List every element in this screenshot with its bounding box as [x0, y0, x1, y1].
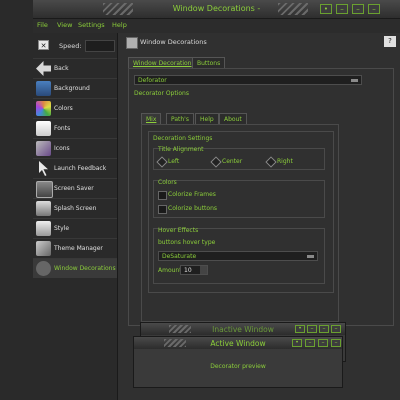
sidebar-item-label: Background [54, 85, 90, 92]
radio-center[interactable] [210, 156, 222, 168]
amount-value: 10 [184, 267, 192, 274]
hover-effects-label: Hover Effects [158, 227, 199, 234]
speed-row: ✕ Speed: [33, 35, 117, 55]
align-right-label: Right [277, 158, 293, 165]
sidebar-item-label: Launch Feedback [54, 165, 107, 172]
menu-file[interactable]: File [37, 21, 48, 29]
colors-group: Colors Colorize Frames Colorize buttons [153, 179, 325, 218]
chevron-down-icon [351, 79, 358, 82]
align-center-label: Center [222, 158, 243, 165]
decoration-settings-label: Decoration Settings [153, 135, 213, 142]
theme-manager-icon [36, 241, 51, 256]
sidebar-item-label: Window Decorations [54, 265, 116, 272]
preview-menu-button: • [295, 325, 305, 333]
title-bar[interactable]: Window Decorations - • – – – [33, 0, 400, 19]
icons-icon [36, 141, 51, 156]
mix-panel: Decoration Settings Title Alignment Left… [141, 124, 339, 322]
window-decorations-icon [36, 261, 51, 276]
radio-right[interactable] [265, 156, 277, 168]
hover-type-label: buttons hover type [158, 239, 216, 246]
window-decoration-panel: Deforator Decorator Options Mix Path's H… [128, 68, 394, 326]
menubar: File View Settings Help [33, 19, 400, 31]
active-window-preview: Active Window • – – – Decorator preview [133, 336, 343, 388]
style-icon [36, 221, 51, 236]
clear-icon[interactable]: ✕ [38, 40, 49, 50]
sidebar-item-colors[interactable]: Colors [33, 98, 117, 118]
sidebar-item-label: Splash Screen [54, 205, 97, 212]
menu-settings[interactable]: Settings [78, 21, 105, 29]
launch-feedback-icon [39, 161, 48, 176]
sidebar-item-fonts[interactable]: Fonts [33, 118, 117, 138]
sidebar-item-background[interactable]: Background [33, 78, 117, 98]
background-icon [36, 81, 51, 96]
preview-shade-button: – [307, 325, 317, 333]
hover-type-value: DeSaturate [162, 253, 197, 260]
sidebar-item-icons[interactable]: Icons [33, 138, 117, 158]
amount-label: Amount [158, 267, 182, 274]
menu-help[interactable]: Help [112, 21, 127, 29]
title-alignment-group: Title Alignment Left Center Right [153, 146, 325, 170]
active-title-bar: Active Window • – – – [134, 337, 342, 349]
colorize-buttons-label: Colorize buttons [168, 205, 217, 212]
colorize-frames-label: Colorize Frames [168, 191, 216, 198]
decoration-settings-group: Decoration Settings Title Alignment Left… [148, 131, 334, 293]
sidebar-item-style[interactable]: Style [33, 218, 117, 238]
decorator-options-label: Decorator Options [134, 90, 189, 97]
preview-minimize-button: – [318, 339, 328, 347]
speed-label: Speed: [59, 42, 82, 50]
colorize-frames-checkbox[interactable] [158, 191, 167, 200]
speed-input[interactable] [85, 40, 115, 52]
splash-screen-icon [36, 201, 51, 216]
colors-icon [36, 101, 51, 116]
align-left-label: Left [168, 158, 180, 165]
preview-shade-button: – [305, 339, 315, 347]
help-icon[interactable]: ? [384, 36, 396, 47]
sidebar-item-label: Icons [54, 145, 70, 152]
sidebar-item-label: Screen Saver [54, 185, 94, 192]
page-title: Window Decorations [140, 38, 207, 46]
main-content: Window Decorations ? Window Decoration B… [118, 33, 400, 400]
window-decorations-icon [126, 37, 138, 49]
sidebar-item-label: Colors [54, 105, 73, 112]
left-frame [0, 0, 33, 400]
close-button[interactable]: – [368, 4, 380, 14]
shade-button[interactable]: – [336, 4, 348, 14]
preview-close-button: – [331, 325, 341, 333]
decoration-select[interactable]: Deforator [134, 75, 362, 85]
chevron-down-icon [307, 255, 314, 258]
fonts-icon [36, 121, 51, 136]
hover-type-select[interactable]: DeSaturate [158, 251, 318, 261]
sidebar-item-theme-manager[interactable]: Theme Manager [33, 238, 117, 258]
minimize-button[interactable]: – [352, 4, 364, 14]
radio-left[interactable] [156, 156, 168, 168]
decoration-select-value: Deforator [138, 77, 167, 84]
inactive-title-bar: Inactive Window • – – – [141, 323, 345, 335]
sidebar-item-launch-feedback[interactable]: Launch Feedback [33, 158, 117, 178]
sidebar-item-back[interactable]: Back [33, 58, 117, 78]
colorize-buttons-checkbox[interactable] [158, 205, 167, 214]
menu-view[interactable]: View [57, 21, 72, 29]
sidebar-item-label: Fonts [54, 125, 71, 132]
preview-close-button: – [331, 339, 341, 347]
sidebar-item-label: Back [54, 65, 69, 72]
amount-spinbox[interactable]: 10 [180, 265, 208, 275]
sidebar-item-label: Style [54, 225, 70, 232]
sidebar-item-splash-screen[interactable]: Splash Screen [33, 198, 117, 218]
title-alignment-label: Title Alignment [158, 146, 204, 153]
back-arrow-icon [36, 61, 51, 76]
sidebar: ✕ Speed: Back Background Colors Fonts Ic… [33, 33, 118, 400]
hover-effects-group: Hover Effects buttons hover type DeSatur… [153, 227, 325, 284]
preview-menu-button: • [292, 339, 302, 347]
screen-saver-icon [36, 181, 53, 198]
sidebar-item-window-decorations[interactable]: Window Decorations [33, 258, 117, 278]
sidebar-item-screen-saver[interactable]: Screen Saver [33, 178, 117, 198]
preview-body-text: Decorator preview [210, 363, 266, 370]
menu-button[interactable]: • [320, 4, 332, 14]
sidebar-item-label: Theme Manager [54, 245, 103, 252]
spin-arrows-icon[interactable] [200, 266, 207, 274]
preview-minimize-button: – [319, 325, 329, 333]
colors-label: Colors [158, 179, 177, 186]
